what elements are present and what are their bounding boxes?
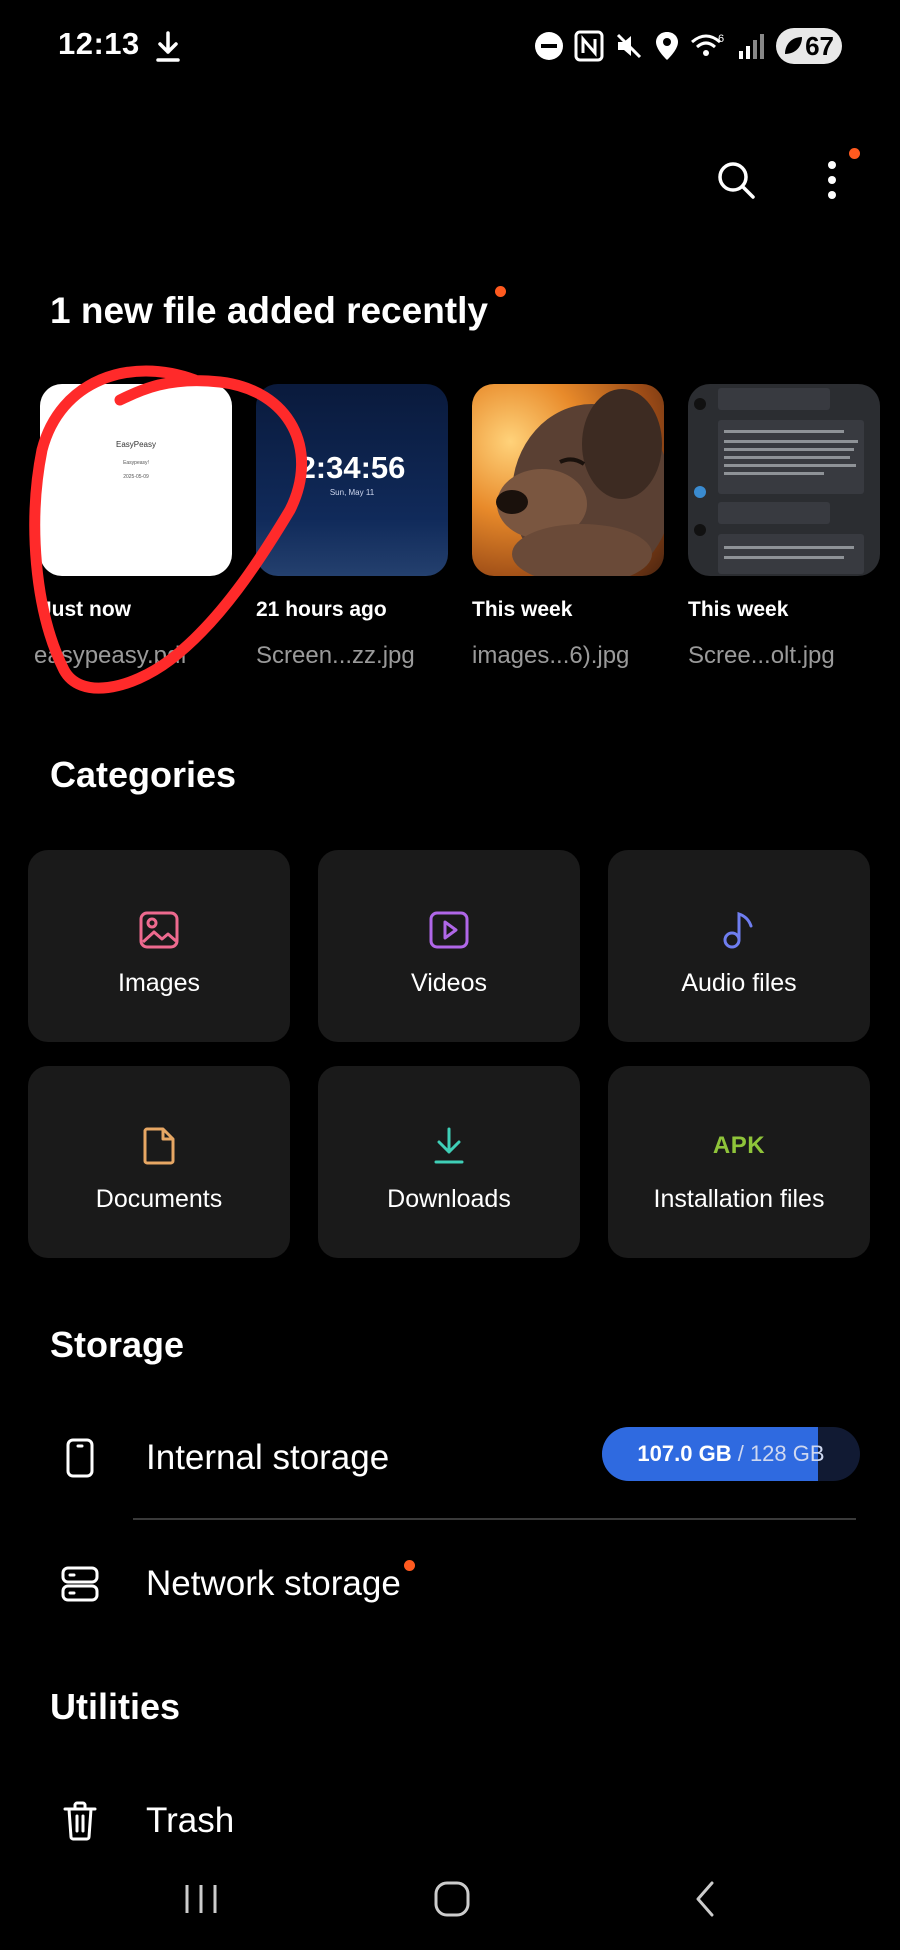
recent-files-title-text: 1 new file added recently xyxy=(50,290,488,331)
status-time: 12:13 xyxy=(58,26,140,61)
storage-usage-text: 107.0 GB / 128 GB xyxy=(637,1441,824,1467)
do-not-disturb-icon xyxy=(535,32,563,60)
category-label: Videos xyxy=(411,968,487,997)
file-name: images...6).jpg xyxy=(472,642,630,669)
category-label: Audio files xyxy=(681,968,797,997)
storage-total: / 128 GB xyxy=(737,1441,825,1466)
pdf-thumb-line: Easypeasy! xyxy=(123,460,149,466)
categories-title: Categories xyxy=(50,754,237,795)
file-name: Scree...olt.jpg xyxy=(688,642,835,669)
internal-storage-label: Internal storage xyxy=(146,1438,390,1477)
wifi-6-icon: 6 xyxy=(691,33,724,56)
file-time: This week xyxy=(472,598,573,621)
file-thumbnail[interactable]: 2:34:56 Sun, May 11 xyxy=(256,384,448,576)
download-icon xyxy=(156,31,180,62)
category-images[interactable]: Images xyxy=(28,850,290,1042)
back-button[interactable] xyxy=(675,1874,735,1924)
pdf-thumb-line: EasyPeasy xyxy=(115,440,157,449)
navigation-bar xyxy=(0,1860,900,1950)
search-icon xyxy=(718,162,755,199)
more-vertical-icon xyxy=(828,161,836,199)
network-storage-label: Network storage xyxy=(146,1560,415,1604)
music-note-icon xyxy=(716,907,762,953)
notification-dot xyxy=(849,148,860,159)
storage-title: Storage xyxy=(50,1324,185,1365)
category-label: Images xyxy=(118,968,200,997)
recent-file-card[interactable]: 2:34:56 Sun, May 11 21 hours ago Screen.… xyxy=(256,384,448,670)
category-label: Installation files xyxy=(653,1184,825,1213)
file-name: easypeasy.pdf xyxy=(34,642,187,669)
category-label: Downloads xyxy=(387,1184,511,1213)
phone-icon xyxy=(58,1436,102,1480)
location-icon xyxy=(656,32,678,60)
more-options-button[interactable] xyxy=(804,148,860,208)
signal-icon xyxy=(739,34,764,59)
pdf-thumb-line: 2025-05-09 xyxy=(123,474,149,480)
category-downloads[interactable]: Downloads xyxy=(318,1066,580,1258)
status-bar: 12:13 6 67 xyxy=(0,0,900,96)
category-videos[interactable]: Videos xyxy=(318,850,580,1042)
trash-icon xyxy=(58,1799,102,1843)
category-label: Documents xyxy=(95,1184,223,1213)
file-name: Screen...zz.jpg xyxy=(256,642,415,669)
apk-icon-text: APK xyxy=(712,1131,766,1159)
network-storage-label-text: Network storage xyxy=(146,1564,401,1603)
file-time: Just now xyxy=(40,598,132,621)
server-icon xyxy=(58,1562,102,1606)
document-icon xyxy=(136,1123,182,1169)
power-saving-leaf-icon xyxy=(785,37,802,54)
status-icons: 6 67 xyxy=(534,26,842,66)
storage-usage-bar: 107.0 GB / 128 GB xyxy=(602,1427,860,1481)
back-icon xyxy=(696,1881,714,1917)
recent-apps-button[interactable] xyxy=(171,1874,231,1924)
clock-thumb-date: Sun, May 11 xyxy=(329,488,375,497)
nfc-icon xyxy=(574,30,604,62)
recent-files-title: 1 new file added recently xyxy=(50,286,506,332)
battery-icon: 67 xyxy=(776,28,842,64)
battery-level: 67 xyxy=(805,30,834,61)
file-thumbnail[interactable] xyxy=(472,384,664,576)
home-icon xyxy=(434,1881,470,1917)
recent-file-card[interactable]: This week Scree...olt.jpg xyxy=(688,384,880,670)
category-documents[interactable]: Documents xyxy=(28,1066,290,1258)
home-button[interactable] xyxy=(422,1874,482,1924)
apk-icon: APK xyxy=(712,1123,766,1169)
svg-text:6: 6 xyxy=(718,33,724,45)
chat-screenshot-image xyxy=(694,388,864,574)
recent-file-card[interactable]: This week images...6).jpg xyxy=(472,384,664,670)
video-icon xyxy=(426,907,472,953)
recent-file-card[interactable]: EasyPeasy Easypeasy! 2025-05-09 Just now… xyxy=(34,384,232,670)
categories-grid: Images Videos Audio files Documents Down… xyxy=(28,850,874,1258)
clock-thumb-time: 2:34:56 xyxy=(298,450,406,485)
recent-apps-icon xyxy=(185,1885,217,1913)
storage-used: 107.0 GB xyxy=(637,1441,732,1466)
divider xyxy=(133,1518,856,1520)
image-icon xyxy=(136,907,182,953)
dog-photo-image xyxy=(496,389,664,576)
file-time: This week xyxy=(688,598,789,621)
category-audio-files[interactable]: Audio files xyxy=(608,850,870,1042)
file-time: 21 hours ago xyxy=(256,598,387,621)
recent-files-list: EasyPeasy Easypeasy! 2025-05-09 Just now… xyxy=(34,384,900,684)
top-actions xyxy=(708,148,860,210)
file-thumbnail[interactable]: EasyPeasy Easypeasy! 2025-05-09 xyxy=(40,384,232,576)
category-installation-files[interactable]: APK Installation files xyxy=(608,1066,870,1258)
notification-dot xyxy=(403,1560,415,1571)
download-icon xyxy=(426,1123,472,1169)
network-storage-row[interactable]: Network storage xyxy=(0,1529,900,1639)
utilities-title: Utilities xyxy=(50,1686,181,1727)
notification-dot xyxy=(494,286,506,297)
trash-label: Trash xyxy=(146,1801,235,1840)
search-button[interactable] xyxy=(708,152,764,208)
file-thumbnail[interactable] xyxy=(688,384,880,576)
mute-icon xyxy=(616,33,642,59)
